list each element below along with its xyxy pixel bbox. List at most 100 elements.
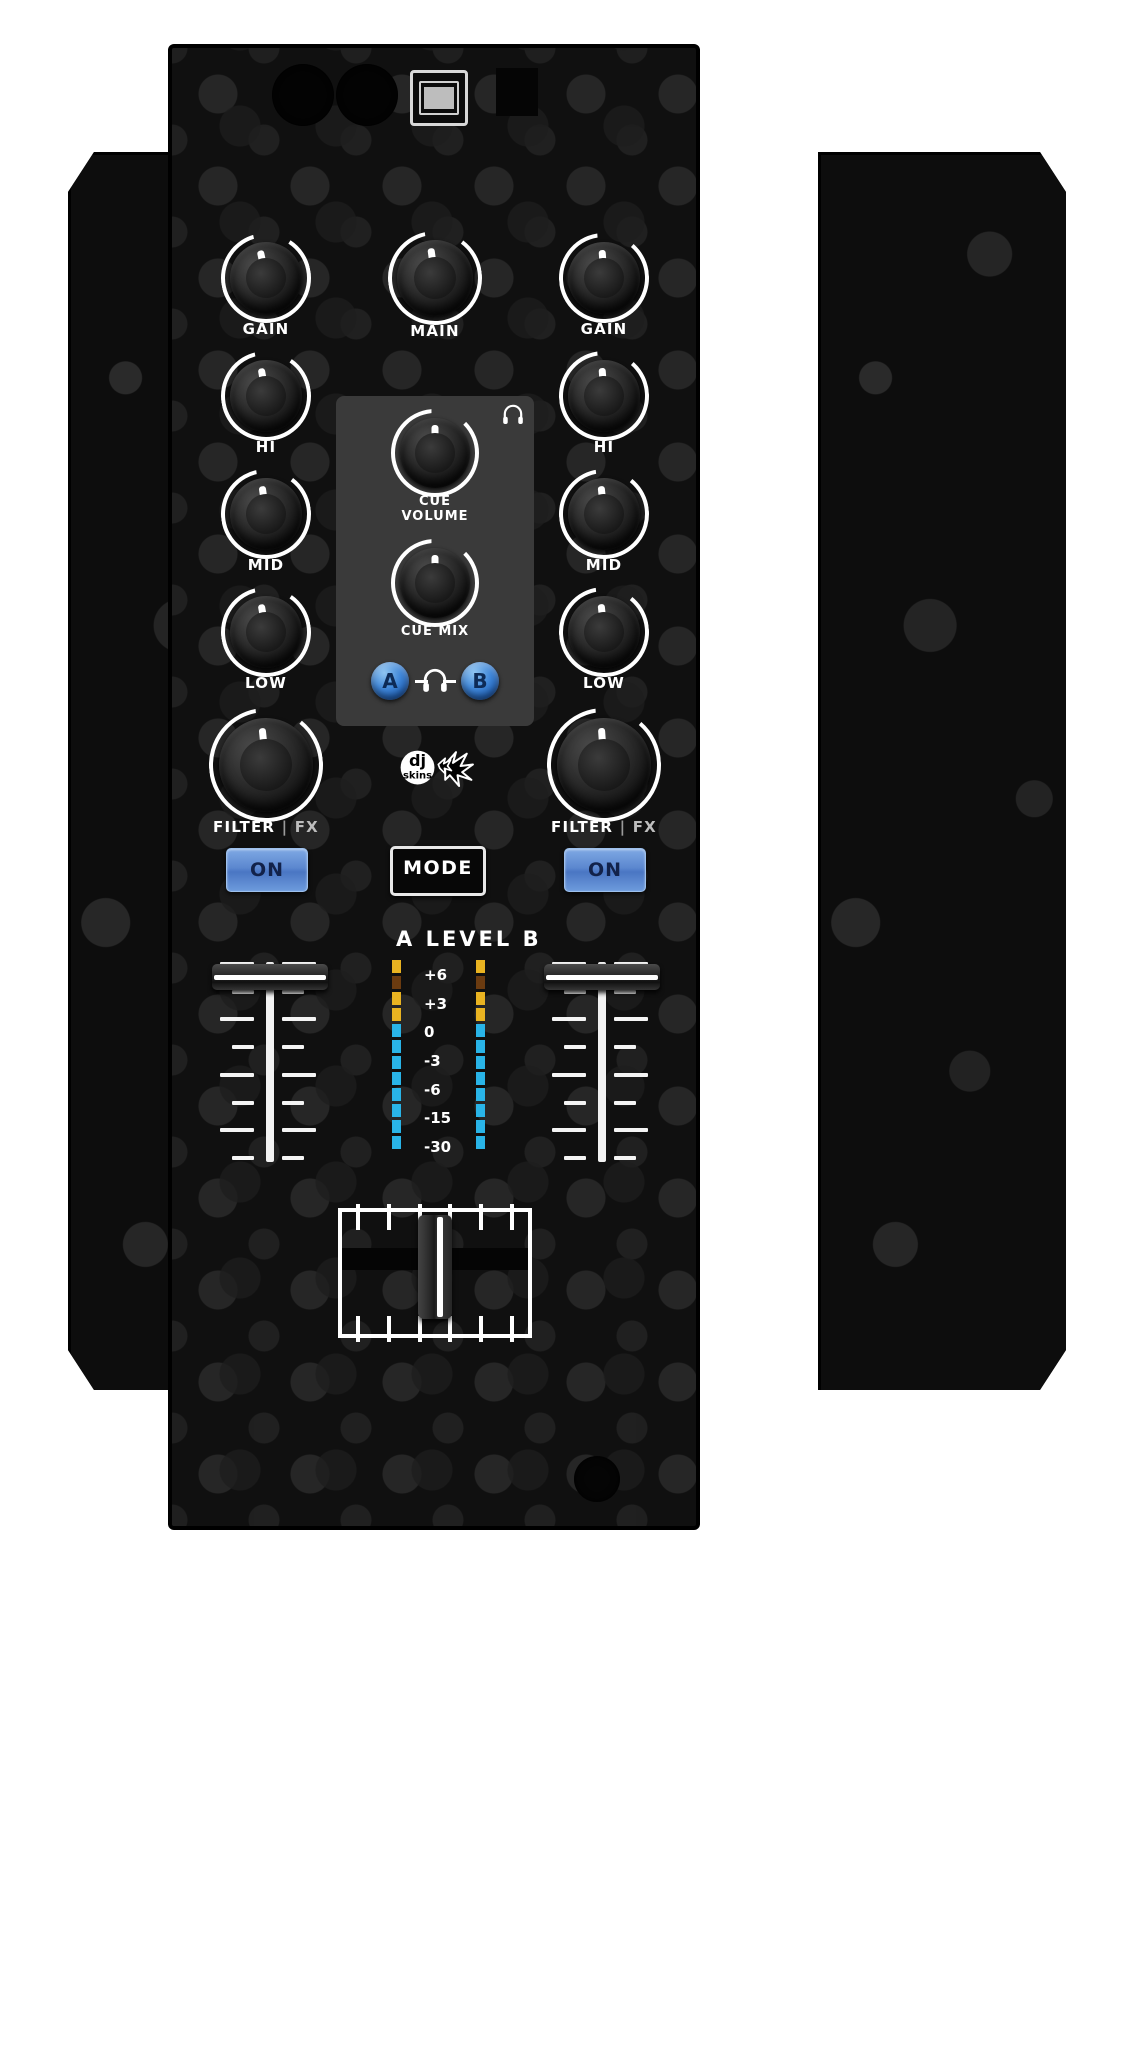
- fader-tick: [564, 989, 586, 994]
- crossfader-knob[interactable]: [418, 1215, 452, 1319]
- headphone-icon: [503, 404, 523, 424]
- fader-tick: [614, 1156, 636, 1160]
- knob-a-low-wrap: LOW: [208, 596, 324, 692]
- fader-tick: [614, 1045, 636, 1050]
- knob-a-filter[interactable]: [214, 713, 317, 816]
- knob-a-gain-wrap: GAIN: [208, 242, 324, 338]
- crossfader-tick: [386, 1316, 391, 1342]
- level-scale-label: +3: [424, 994, 448, 1013]
- meter-segment: [392, 1120, 401, 1133]
- knob-a-mid-wrap: MID: [208, 478, 324, 574]
- meter-segment: [392, 960, 401, 973]
- knob-a-mid[interactable]: [225, 473, 306, 554]
- meter-segment: [392, 1104, 401, 1117]
- knob-b-gain-wrap: GAIN: [546, 242, 662, 338]
- fader-tick: [282, 1072, 316, 1077]
- filter-b-on-button[interactable]: ON: [564, 848, 646, 892]
- meter-segment: [392, 992, 401, 1005]
- knob-cue-volume-label: CUE VOLUME: [401, 494, 469, 524]
- usb-pin-block: [419, 81, 459, 115]
- fader-a-knob[interactable]: [212, 964, 328, 990]
- fader-tick: [614, 1072, 648, 1077]
- knob-b-low[interactable]: [564, 592, 643, 671]
- knob-a-hi[interactable]: [224, 354, 307, 437]
- level-scale-label: +6: [424, 966, 448, 984]
- right-side-panel-texture: [821, 155, 1066, 1390]
- fader-tick: [282, 1045, 304, 1050]
- filter-label-alt: FX: [632, 818, 657, 836]
- rca-jack-left[interactable]: [272, 64, 334, 126]
- crossfader-tick: [479, 1316, 484, 1342]
- fader-b-ticks-left: [546, 962, 586, 1162]
- level-scale-label: -15: [424, 1109, 452, 1128]
- level-meter-a: [392, 960, 401, 1152]
- meter-segment: [476, 976, 485, 989]
- cue-dash-right: [443, 680, 456, 683]
- meter-segment: [476, 1024, 485, 1037]
- fader-tick: [552, 1072, 586, 1077]
- level-meter-title: A LEVEL B: [396, 927, 542, 951]
- fader-b-knob[interactable]: [544, 964, 660, 990]
- level-scale-label: -30: [424, 1138, 452, 1156]
- crossfader-tick: [356, 1204, 360, 1230]
- fader-tick: [564, 1100, 586, 1105]
- knob-b-filter-wrap: FILTER | FX: [534, 718, 674, 836]
- crossfader-tick: [510, 1204, 514, 1230]
- power-port[interactable]: [496, 68, 538, 116]
- filter-label-sep: |: [281, 818, 289, 836]
- filter-a-on-button[interactable]: ON: [226, 848, 308, 892]
- cue-b-button[interactable]: B: [461, 662, 499, 700]
- level-scale-label: 0: [424, 1023, 435, 1042]
- knob-main-wrap: MAIN: [377, 240, 493, 340]
- crossfader-tick: [417, 1316, 422, 1342]
- rca-jack-right[interactable]: [336, 64, 398, 126]
- meter-segment: [392, 1136, 401, 1149]
- usb-b-port[interactable]: [410, 70, 468, 126]
- mode-button[interactable]: MODE: [390, 846, 486, 896]
- meter-segment: [392, 1056, 401, 1069]
- knob-main[interactable]: [392, 235, 478, 321]
- fader-a-slot[interactable]: [266, 962, 274, 1162]
- knob-b-mid[interactable]: [564, 474, 643, 553]
- level-meter-b: [476, 960, 485, 1152]
- knob-b-low-wrap: LOW: [546, 596, 662, 692]
- knob-a-low[interactable]: [224, 590, 307, 673]
- fader-tick: [564, 1045, 586, 1050]
- meter-segment: [476, 992, 485, 1005]
- fader-tick: [614, 1100, 636, 1105]
- fader-tick: [552, 1017, 586, 1022]
- knob-b-gain[interactable]: [566, 240, 643, 317]
- dj-logo-text-bottom: skins: [403, 770, 432, 781]
- fader-b-ticks-right: [614, 962, 654, 1162]
- cue-a-button[interactable]: A: [371, 662, 409, 700]
- filter-label-sep: |: [619, 818, 627, 836]
- meter-segment: [392, 1024, 401, 1037]
- knob-b-hi-wrap: HI: [546, 360, 662, 456]
- crossfader-tick: [479, 1204, 484, 1230]
- meter-segment: [476, 1008, 485, 1021]
- knob-b-filter[interactable]: [554, 715, 654, 815]
- knob-a-gain[interactable]: [223, 235, 308, 320]
- knob-cue-volume[interactable]: [391, 409, 479, 497]
- knob-b-hi[interactable]: [566, 358, 643, 435]
- meter-segment: [476, 1072, 485, 1085]
- fader-b-slot[interactable]: [598, 962, 606, 1162]
- crossfader-tick: [386, 1204, 391, 1230]
- knob-b-mid-wrap: MID: [546, 478, 662, 574]
- fader-tick: [564, 1156, 586, 1160]
- knob-center: [415, 433, 455, 473]
- meter-segment: [392, 1008, 401, 1021]
- meter-segment: [476, 1104, 485, 1117]
- meter-segment: [476, 1088, 485, 1101]
- fader-tick: [220, 1128, 254, 1133]
- fader-tick: [282, 1156, 304, 1160]
- level-scale-label: -3: [424, 1052, 441, 1070]
- meter-segment: [392, 1088, 401, 1101]
- fader-a-ticks-left: [214, 962, 254, 1162]
- level-scale-label: -6: [424, 1080, 441, 1099]
- knob-cue-mix[interactable]: [391, 539, 479, 627]
- fader-tick: [614, 989, 636, 994]
- fader-tick: [282, 1017, 316, 1022]
- fader-tick: [232, 1156, 254, 1160]
- device-stage: GAIN HI MID LOW FILTER | FX ON GAIN HI M…: [0, 0, 1134, 2048]
